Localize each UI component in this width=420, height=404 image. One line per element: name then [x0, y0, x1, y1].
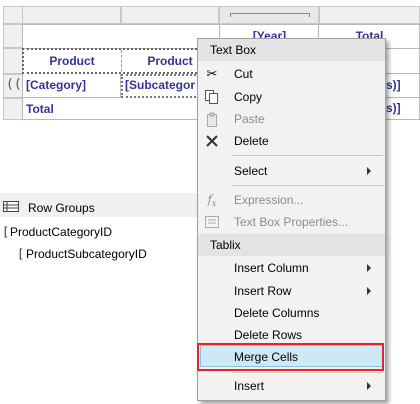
- menu-section-tablix: Tablix: [198, 234, 385, 256]
- menu-item-insert[interactable]: Insert: [198, 375, 385, 397]
- menu-section-text-box: Text Box: [198, 39, 385, 61]
- row-group-product-category[interactable]: ProductCategoryID: [10, 225, 112, 239]
- row-groups-icon: [3, 201, 19, 212]
- detail-total-field: s)]: [386, 78, 401, 92]
- column-group-indicator: [230, 13, 310, 17]
- merge-cells-callout: [197, 343, 384, 371]
- menu-separator: [232, 155, 383, 156]
- subcategory-field: [Subcategor: [125, 78, 196, 92]
- category-cell[interactable]: [Category]: [23, 74, 121, 98]
- tablix-corner-handle[interactable]: [3, 6, 23, 24]
- product-category-header: Product: [49, 54, 95, 68]
- column-handle-3[interactable]: [219, 6, 319, 24]
- row-handle-4[interactable]: [3, 98, 23, 120]
- menu-item-insert-column[interactable]: Insert Column: [198, 257, 385, 279]
- menu-separator: [232, 185, 383, 186]
- row-handle-2[interactable]: [3, 48, 23, 74]
- total-row-label-cell[interactable]: Total: [23, 98, 220, 120]
- total-row-total-field: s)]: [386, 101, 401, 115]
- category-field: [Category]: [26, 78, 87, 92]
- menu-item-delete[interactable]: Delete: [198, 130, 385, 152]
- row-group-product-subcategory[interactable]: ProductSubcategoryID: [26, 247, 147, 261]
- corner-cell[interactable]: [23, 25, 220, 49]
- group-bracket-icon: [: [17, 247, 25, 261]
- menu-item-select[interactable]: Select: [198, 160, 385, 182]
- group-bracket-icon: [: [2, 225, 10, 239]
- row-handle-1[interactable]: [3, 24, 23, 48]
- menu-item-cut[interactable]: Cut: [198, 63, 385, 85]
- submenu-arrow-icon: [367, 382, 371, 390]
- menu-item-copy[interactable]: Copy: [198, 86, 385, 108]
- menu-item-delete-columns[interactable]: Delete Columns: [198, 302, 385, 324]
- row-handle-3[interactable]: ((: [3, 74, 23, 98]
- row-group-bracket-icon: ((: [6, 77, 22, 92]
- submenu-arrow-icon: [367, 167, 371, 175]
- menu-item-expression: Expression...: [234, 193, 304, 207]
- column-handle-4[interactable]: [319, 6, 420, 24]
- submenu-arrow-icon: [367, 264, 371, 272]
- column-handle-2[interactable]: [121, 6, 219, 24]
- menu-separator: [232, 372, 383, 373]
- menu-item-paste: Paste: [234, 112, 265, 126]
- column-handle-1[interactable]: [22, 6, 121, 24]
- menu-item-insert-row[interactable]: Insert Row: [198, 280, 385, 302]
- total-row-label: Total: [26, 102, 54, 116]
- submenu-arrow-icon: [367, 287, 371, 295]
- row-groups-title: Row Groups: [28, 201, 95, 215]
- menu-item-text-box-properties: Text Box Properties...: [234, 215, 349, 229]
